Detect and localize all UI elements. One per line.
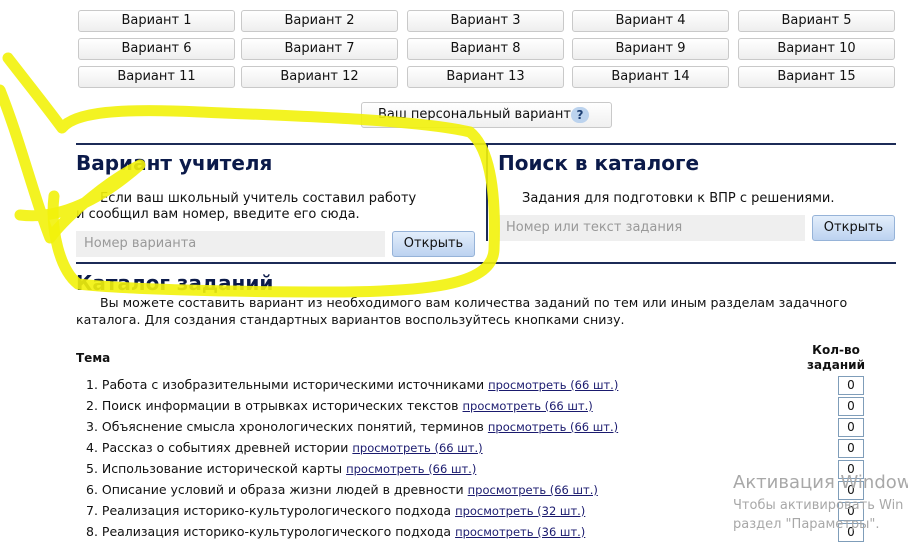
catalog-topic-text: 8. Реализация историко-культурологическо… [86, 524, 452, 539]
catalog-divider [76, 262, 896, 264]
catalog-topic-text: 3. Объяснение смысла хронологических пон… [86, 419, 484, 434]
variant-button-8[interactable]: Вариант 8 [407, 38, 564, 60]
variant-button-5[interactable]: Вариант 5 [738, 10, 895, 32]
quantity-input[interactable]: 0 [838, 376, 864, 395]
search-text: Задания для подготовки к ВПР с решениями… [522, 191, 835, 206]
watermark-title: Активация Windows [733, 472, 908, 493]
variant-button-2[interactable]: Вариант 2 [241, 10, 398, 32]
view-link[interactable]: просмотреть (66 шт.) [352, 441, 482, 455]
help-icon[interactable]: ? [571, 107, 589, 123]
view-link[interactable]: просмотреть (66 шт.) [468, 483, 598, 497]
search-open-button[interactable]: Открыть [812, 215, 895, 241]
variant-button-13[interactable]: Вариант 13 [407, 66, 564, 88]
variant-button-15[interactable]: Вариант 15 [738, 66, 895, 88]
view-link[interactable]: просмотреть (66 шт.) [346, 462, 476, 476]
search-input[interactable]: Номер или текст задания [498, 215, 805, 241]
quantity-input[interactable]: 0 [838, 418, 864, 437]
variant-button-7[interactable]: Вариант 7 [241, 38, 398, 60]
qty-header: Кол-во заданий [806, 343, 866, 373]
catalog-row: 3. Объяснение смысла хронологических пон… [86, 417, 618, 437]
catalog-row: 6. Описание условий и образа жизни людей… [86, 480, 598, 500]
catalog-row: 7. Реализация историко-культурологическо… [86, 501, 585, 521]
teacher-title: Вариант учителя [76, 151, 273, 175]
qty-header-line2: заданий [807, 358, 865, 372]
catalog-topic-text: 4. Рассказ о событиях древней истории [86, 440, 349, 455]
teacher-open-button[interactable]: Открыть [392, 231, 475, 257]
catalog-row: 4. Рассказ о событиях древней истории пр… [86, 438, 483, 458]
topic-header: Тема [76, 351, 111, 365]
catalog-row: 8. Реализация историко-культурологическо… [86, 522, 585, 542]
catalog-topic-text: 2. Поиск информации в отрывках историчес… [86, 398, 459, 413]
teacher-text-2: и сообщил вам номер, введите его сюда. [76, 207, 360, 222]
view-link[interactable]: просмотреть (66 шт.) [488, 378, 618, 392]
personal-variant-button[interactable]: Ваш персональный вариант ? [361, 102, 612, 128]
search-title: Поиск в каталоге [498, 151, 700, 175]
quantity-input[interactable]: 0 [838, 397, 864, 416]
catalog-topic-text: 7. Реализация историко-культурологическо… [86, 503, 452, 518]
catalog-text-2: каталога. Для создания стандартных вариа… [76, 312, 625, 327]
variant-button-10[interactable]: Вариант 10 [738, 38, 895, 60]
catalog-topic-text: 6. Описание условий и образа жизни людей… [86, 482, 464, 497]
catalog-topic-text: 1. Работа с изобразительными исторически… [86, 377, 485, 392]
view-link[interactable]: просмотреть (36 шт.) [455, 525, 585, 539]
view-link[interactable]: просмотреть (66 шт.) [463, 399, 593, 413]
section-divider [486, 143, 488, 241]
personal-variant-label: Ваш персональный вариант [378, 107, 571, 122]
variant-button-11[interactable]: Вариант 11 [78, 66, 235, 88]
view-link[interactable]: просмотреть (32 шт.) [455, 504, 585, 518]
variant-button-1[interactable]: Вариант 1 [78, 10, 235, 32]
watermark-line2: раздел "Параметры". [733, 517, 880, 532]
catalog-text-1: Вы можете составить вариант из необходим… [100, 295, 848, 310]
quantity-input[interactable]: 0 [838, 439, 864, 458]
catalog-topic-text: 5. Использование исторической карты [86, 461, 343, 476]
variant-button-14[interactable]: Вариант 14 [572, 66, 729, 88]
variant-button-3[interactable]: Вариант 3 [407, 10, 564, 32]
qty-header-line1: Кол-во [812, 343, 860, 357]
watermark-line1: Чтобы активировать Win [733, 498, 904, 513]
catalog-row: 5. Использование исторической карты прос… [86, 459, 476, 479]
catalog-row: 2. Поиск информации в отрывках историчес… [86, 396, 593, 416]
variant-button-4[interactable]: Вариант 4 [572, 10, 729, 32]
variant-button-6[interactable]: Вариант 6 [78, 38, 235, 60]
view-link[interactable]: просмотреть (66 шт.) [488, 420, 618, 434]
catalog-row: 1. Работа с изобразительными исторически… [86, 375, 618, 395]
catalog-title: Каталог заданий [76, 271, 274, 295]
variant-button-9[interactable]: Вариант 9 [572, 38, 729, 60]
variant-number-input[interactable]: Номер варианта [76, 231, 385, 257]
variant-button-12[interactable]: Вариант 12 [241, 66, 398, 88]
teacher-text-1: Если ваш школьный учитель составил работ… [100, 191, 417, 206]
